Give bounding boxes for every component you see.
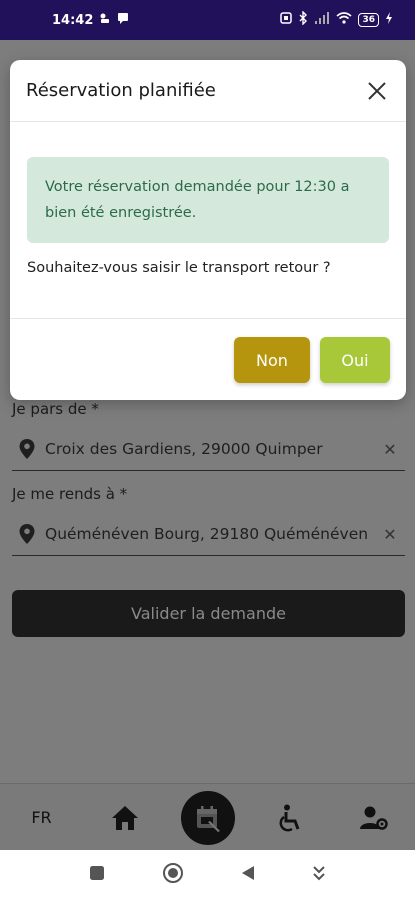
from-value: Croix des Gardiens, 29000 Quimper <box>45 440 323 458</box>
wifi-icon <box>336 12 352 28</box>
location-pin-icon <box>19 439 35 459</box>
bottom-nav: FR <box>0 783 415 851</box>
success-alert: Votre réservation demandée pour 12:30 a … <box>27 157 389 243</box>
no-button[interactable]: Non <box>234 337 310 383</box>
reservation-dialog: Réservation planifiée Votre réservation … <box>10 60 406 400</box>
status-time: 14:42 <box>52 12 94 28</box>
close-icon[interactable] <box>364 78 390 104</box>
language-button[interactable]: FR <box>14 790 70 846</box>
dialog-header: Réservation planifiée <box>10 60 406 122</box>
clear-to-icon[interactable]: ✕ <box>375 525 405 544</box>
home-button-icon[interactable] <box>162 862 184 888</box>
notification-icon <box>99 12 111 28</box>
nav-booking[interactable] <box>180 790 236 846</box>
status-right: 36 <box>280 10 393 29</box>
status-left: 14:42 <box>52 12 129 28</box>
nfc-icon <box>280 12 293 28</box>
from-field[interactable]: Croix des Gardiens, 29000 Quimper ✕ <box>12 428 405 471</box>
location-pin-icon <box>19 524 35 544</box>
dialog-title: Réservation planifiée <box>26 80 216 101</box>
keyboard-hide-icon[interactable] <box>312 865 326 885</box>
status-bar: 14:42 36 <box>0 0 415 40</box>
bluetooth-icon <box>298 10 308 29</box>
system-nav <box>0 850 415 900</box>
wheelchair-icon[interactable] <box>263 790 319 846</box>
home-icon[interactable] <box>97 790 153 846</box>
message-icon <box>117 12 129 28</box>
to-label: Je me rends à * <box>12 485 128 503</box>
to-value: Quéménéven Bourg, 29180 Quéménéven <box>45 525 369 543</box>
return-trip-question: Souhaitez-vous saisir le transport retou… <box>27 260 331 276</box>
back-icon[interactable] <box>241 865 255 885</box>
clear-from-icon[interactable]: ✕ <box>375 440 405 459</box>
yes-button[interactable]: Oui <box>320 337 390 383</box>
recents-icon[interactable] <box>89 865 105 885</box>
charging-icon <box>385 12 393 28</box>
user-settings-icon[interactable] <box>346 790 402 846</box>
to-field[interactable]: Quéménéven Bourg, 29180 Quéménéven ✕ <box>12 513 405 556</box>
submit-request-button[interactable]: Valider la demande <box>12 590 405 637</box>
from-label: Je pars de * <box>12 400 99 418</box>
signal-icon <box>314 12 330 28</box>
dialog-footer: Non Oui <box>10 318 406 400</box>
battery-level: 36 <box>362 15 375 25</box>
battery-icon: 36 <box>358 13 379 27</box>
calendar-edit-icon[interactable] <box>180 790 235 845</box>
